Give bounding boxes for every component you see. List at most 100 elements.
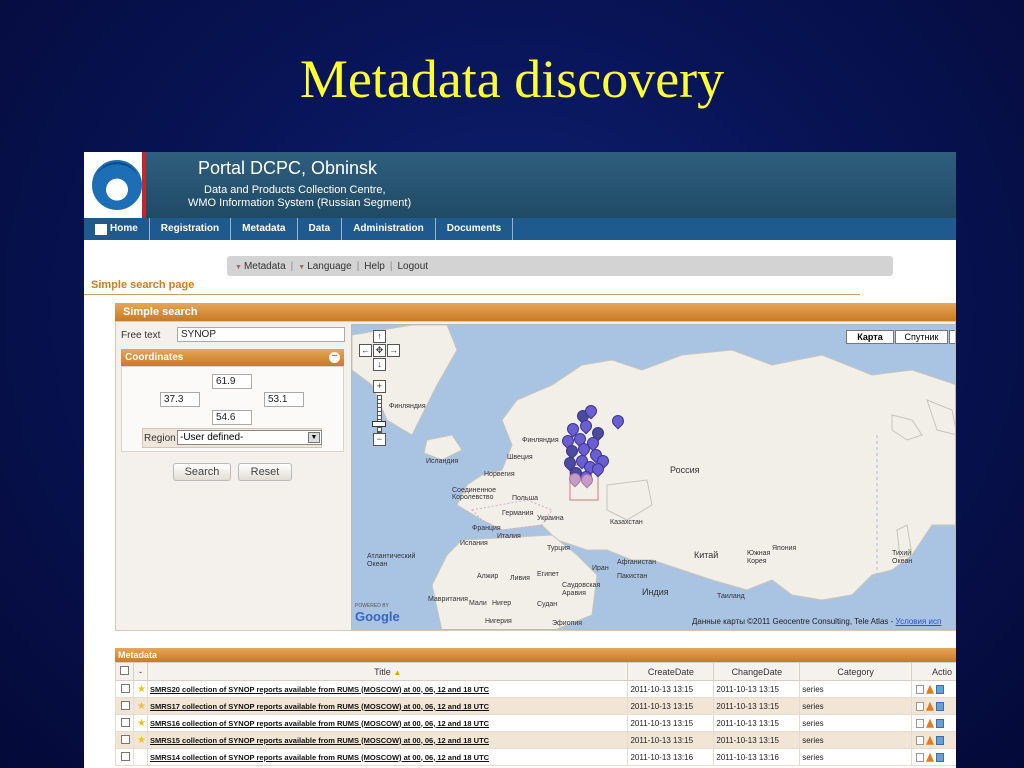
row-title-cell: SMRS20 collection of SYNOP reports avail…	[146, 680, 629, 698]
map-type-extra-button[interactable]	[949, 330, 955, 344]
row-createdate: 2011-10-13 13:15	[627, 731, 715, 749]
row-title-link[interactable]: SMRS14 collection of SYNOP reports avail…	[150, 753, 489, 762]
view-icon[interactable]	[936, 718, 945, 728]
download-icon[interactable]	[926, 701, 935, 711]
zoom-in-icon[interactable]: +	[373, 380, 386, 393]
row-createdate: 2011-10-13 13:15	[627, 714, 715, 732]
row-changedate: 2011-10-13 13:15	[713, 731, 801, 749]
zoom-slider-handle[interactable]	[372, 421, 386, 427]
column-category[interactable]: Category	[799, 662, 913, 681]
row-title-cell: SMRS14 collection of SYNOP reports avail…	[146, 748, 629, 766]
star-icon[interactable]: ★	[137, 701, 146, 712]
view-icon[interactable]	[936, 684, 945, 694]
document-icon[interactable]	[916, 735, 925, 745]
download-icon[interactable]	[926, 752, 935, 762]
portal-logo[interactable]	[84, 152, 146, 218]
search-map[interactable]: ↑ ← ✥ → ↓ + − Карта Спутник Россия Китай…	[351, 324, 956, 630]
row-category: series	[799, 731, 913, 749]
nav-metadata[interactable]: Metadata	[231, 218, 298, 240]
row-checkbox[interactable]	[120, 700, 130, 710]
document-icon[interactable]	[916, 752, 925, 762]
row-favorite-cell: ★	[132, 714, 148, 732]
row-category: series	[799, 680, 913, 698]
row-checkbox-cell	[115, 714, 134, 732]
star-icon[interactable]: ★	[137, 684, 146, 695]
star-icon[interactable]: ★	[137, 718, 146, 729]
row-title-cell: SMRS17 collection of SYNOP reports avail…	[146, 697, 629, 715]
download-icon[interactable]	[926, 718, 935, 728]
row-title-link[interactable]: SMRS16 collection of SYNOP reports avail…	[150, 719, 489, 728]
row-category: series	[799, 697, 913, 715]
row-checkbox[interactable]	[120, 717, 130, 727]
west-input[interactable]: 37.3	[160, 392, 200, 407]
document-icon[interactable]	[916, 718, 925, 728]
map-label-iran: Иран	[592, 565, 609, 572]
nav-administration[interactable]: Administration	[342, 218, 436, 240]
download-icon[interactable]	[926, 684, 935, 694]
row-checkbox[interactable]	[120, 751, 130, 761]
column-changedate[interactable]: ChangeDate	[713, 662, 801, 681]
row-checkbox[interactable]	[120, 734, 130, 744]
reset-button[interactable]: Reset	[238, 463, 292, 481]
pan-left-icon[interactable]: ←	[359, 344, 372, 357]
view-icon[interactable]	[936, 752, 945, 762]
nav-data[interactable]: Data	[298, 218, 343, 240]
collapse-icon[interactable]: −	[329, 352, 340, 363]
row-title-link[interactable]: SMRS20 collection of SYNOP reports avail…	[150, 685, 489, 694]
browser-screenshot: Portal DCPC, Obninsk Data and Products C…	[84, 152, 956, 768]
row-actions	[911, 680, 956, 698]
toolbar-language-menu[interactable]: ▼ Language	[298, 261, 351, 272]
column-createdate[interactable]: CreateDate	[627, 662, 715, 681]
main-nav: Home Registration Metadata Data Administ…	[84, 218, 956, 240]
map-type-map-button[interactable]: Карта	[846, 330, 894, 344]
map-terms-link[interactable]: Условия исп	[896, 617, 942, 626]
region-select[interactable]: -User defined- ▼	[177, 430, 322, 445]
nav-registration[interactable]: Registration	[150, 218, 232, 240]
map-label-south-korea: Южная Корея	[747, 550, 771, 565]
row-checkbox-cell	[115, 680, 134, 698]
toolbar-separator: |	[389, 260, 393, 272]
north-input[interactable]: 61.9	[212, 374, 252, 389]
view-icon[interactable]	[936, 735, 945, 745]
row-changedate: 2011-10-13 13:15	[713, 697, 801, 715]
pan-right-icon[interactable]: →	[387, 344, 400, 357]
map-label-finland: Финляндия	[522, 437, 559, 444]
coordinates-header[interactable]: Coordinates −	[121, 349, 344, 366]
document-icon[interactable]	[916, 701, 925, 711]
row-favorite-cell: ★	[132, 731, 148, 749]
nav-home[interactable]: Home	[84, 218, 150, 240]
column-favorite[interactable]: -	[132, 662, 148, 681]
zoom-slider[interactable]	[377, 395, 382, 433]
pan-up-icon[interactable]: ↑	[373, 330, 386, 343]
select-all-checkbox[interactable]	[119, 666, 129, 675]
row-title-link[interactable]: SMRS15 collection of SYNOP reports avail…	[150, 736, 489, 745]
star-icon[interactable]: ★	[137, 735, 146, 746]
search-button[interactable]: Search	[173, 463, 231, 481]
view-icon[interactable]	[936, 701, 945, 711]
chevron-down-icon[interactable]: ▼	[308, 432, 320, 443]
toolbar-metadata-menu[interactable]: ▼ Metadata	[235, 261, 286, 272]
toolbar-help-link[interactable]: Help	[364, 261, 385, 272]
toolbar-logout-link[interactable]: Logout	[397, 261, 428, 272]
pan-center-icon[interactable]: ✥	[373, 344, 386, 357]
row-favorite-cell: ★	[132, 697, 148, 715]
row-title-link[interactable]: SMRS17 collection of SYNOP reports avail…	[150, 702, 489, 711]
pan-down-icon[interactable]: ↓	[373, 358, 386, 371]
map-label-russia: Россия	[670, 465, 700, 475]
south-input[interactable]: 54.6	[212, 410, 252, 425]
roshydromet-logo-icon	[92, 160, 142, 210]
free-text-input[interactable]: SYNOP	[177, 327, 345, 342]
portal-subtitle-2: WMO Information System (Russian Segment)	[188, 197, 412, 209]
metadata-rows: ★ SMRS20 collection of SYNOP reports avai…	[115, 680, 956, 766]
download-icon[interactable]	[926, 735, 935, 745]
east-input[interactable]: 53.1	[264, 392, 304, 407]
map-type-satellite-button[interactable]: Спутник	[895, 330, 948, 344]
nav-documents[interactable]: Documents	[436, 218, 514, 240]
document-icon[interactable]	[916, 684, 925, 694]
zoom-out-icon[interactable]: −	[373, 433, 386, 446]
row-checkbox[interactable]	[120, 683, 130, 693]
map-label-niger: Нигер	[492, 600, 512, 607]
column-title[interactable]: Title ▲	[146, 662, 629, 681]
map-label-india: Индия	[642, 587, 669, 597]
map-copyright-text: Данные карты ©2011 Geocentre Consulting,…	[692, 617, 896, 626]
